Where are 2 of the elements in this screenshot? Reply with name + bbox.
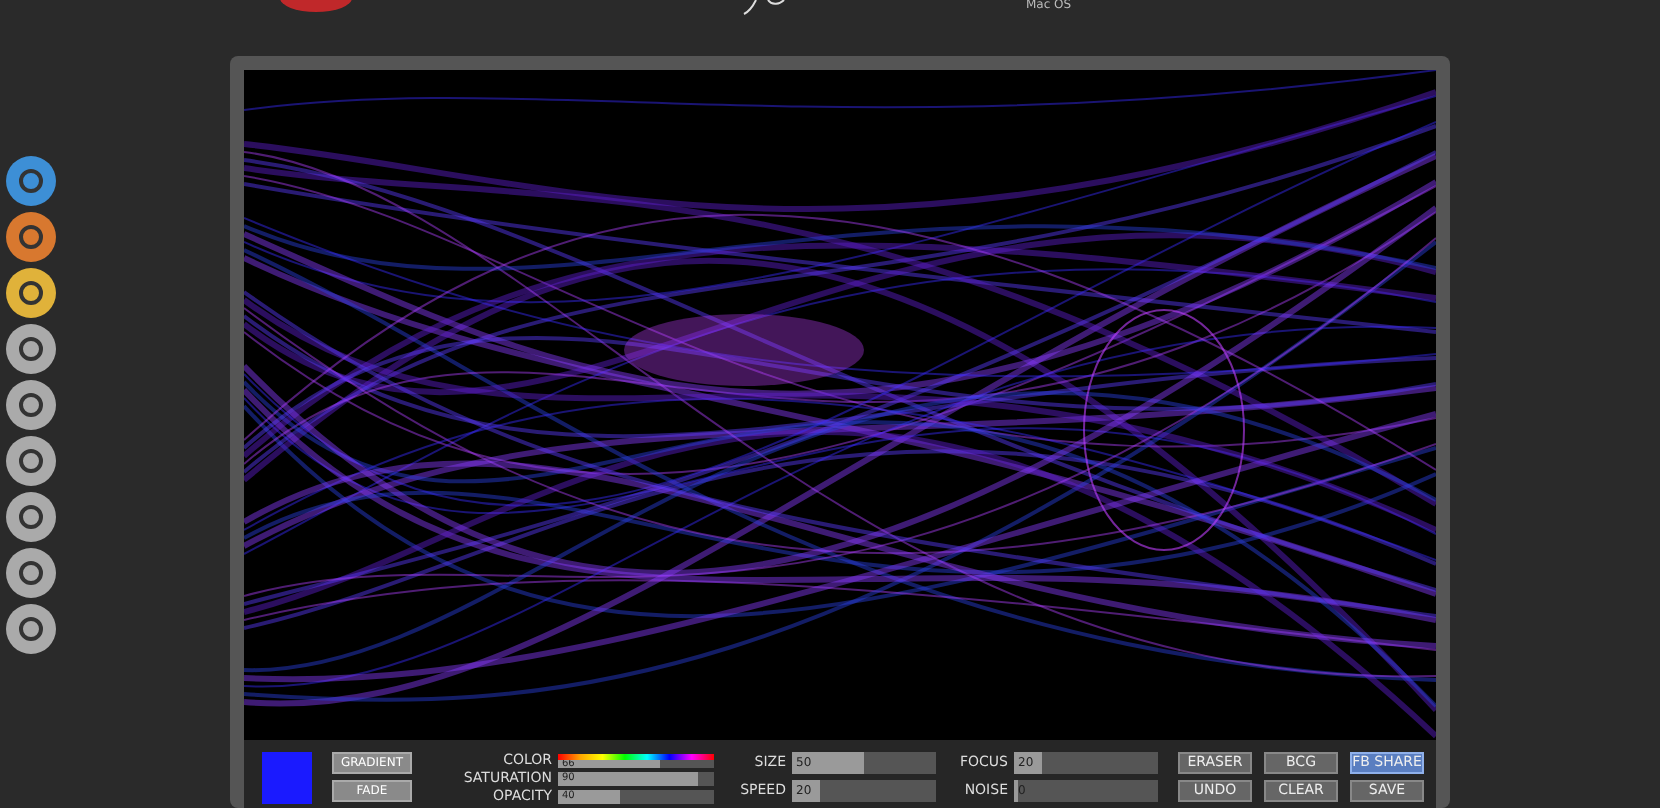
- script-logo-drawing: [742, 0, 786, 16]
- color-swatch[interactable]: [262, 752, 312, 804]
